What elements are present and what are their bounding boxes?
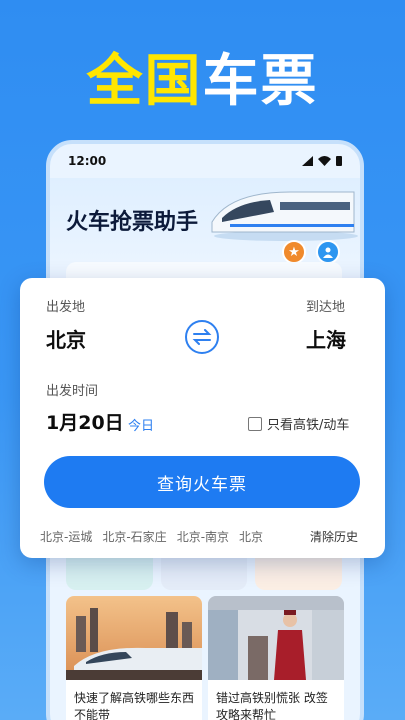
headline-part2: 车票 [202, 49, 319, 114]
history-item[interactable]: 北京 [239, 528, 263, 545]
news-title: 错过高铁别慌张 改签攻略来帮忙 [216, 691, 328, 720]
from-city[interactable]: 北京 [46, 324, 86, 353]
clear-history-button[interactable]: 清除历史 [308, 528, 359, 545]
favorite-star-icon[interactable]: ★ [282, 240, 306, 264]
high-speed-only-toggle[interactable]: 只看高铁/动车 [248, 414, 349, 433]
signal-icon [302, 156, 313, 166]
app-header: 火车抢票助手 ★ [50, 178, 360, 264]
today-tag: 今日 [128, 419, 155, 434]
news-card[interactable]: 错过高铁别慌张 改签攻略来帮忙 [208, 596, 344, 720]
from-label: 出发地 [46, 300, 86, 315]
promo-headline: 全国车票 [0, 36, 405, 117]
ticket-search-panel: 出发地 到达地 北京 上海 出发时间 1月20日 今日 只看高铁/动车 查询火车… [20, 278, 385, 558]
checkbox-icon[interactable] [248, 416, 262, 431]
history-item[interactable]: 北京-南京 [177, 528, 229, 545]
departure-time-label: 出发时间 [46, 384, 99, 399]
status-time: 12:00 [68, 154, 107, 168]
battery-icon [336, 156, 342, 166]
to-label: 到达地 [306, 300, 346, 315]
news-image-bullet-train [66, 596, 202, 680]
checkbox-label: 只看高铁/动车 [267, 418, 350, 433]
search-tickets-button[interactable]: 查询火车票 [44, 456, 360, 508]
swap-icon[interactable] [185, 320, 219, 354]
news-title: 快速了解高铁哪些东西不能带 [74, 691, 195, 720]
user-avatar-icon[interactable] [316, 240, 340, 264]
to-city[interactable]: 上海 [306, 324, 346, 353]
departure-date[interactable]: 1月20日 [46, 408, 124, 435]
news-list: 快速了解高铁哪些东西不能带 错过高铁别慌张 改签攻略来帮忙 [66, 596, 344, 720]
app-title: 火车抢票助手 [66, 210, 199, 235]
wifi-icon [318, 156, 331, 166]
news-image-train-attendant [208, 596, 344, 680]
history-item[interactable]: 北京-石家庄 [102, 528, 166, 545]
status-bar: 12:00 [50, 144, 360, 178]
background-tiles [66, 554, 343, 590]
headline-part1: 全国 [86, 49, 203, 114]
news-card[interactable]: 快速了解高铁哪些东西不能带 [66, 596, 202, 720]
history-item[interactable]: 北京-运城 [40, 528, 92, 545]
train-illustration [211, 191, 358, 241]
